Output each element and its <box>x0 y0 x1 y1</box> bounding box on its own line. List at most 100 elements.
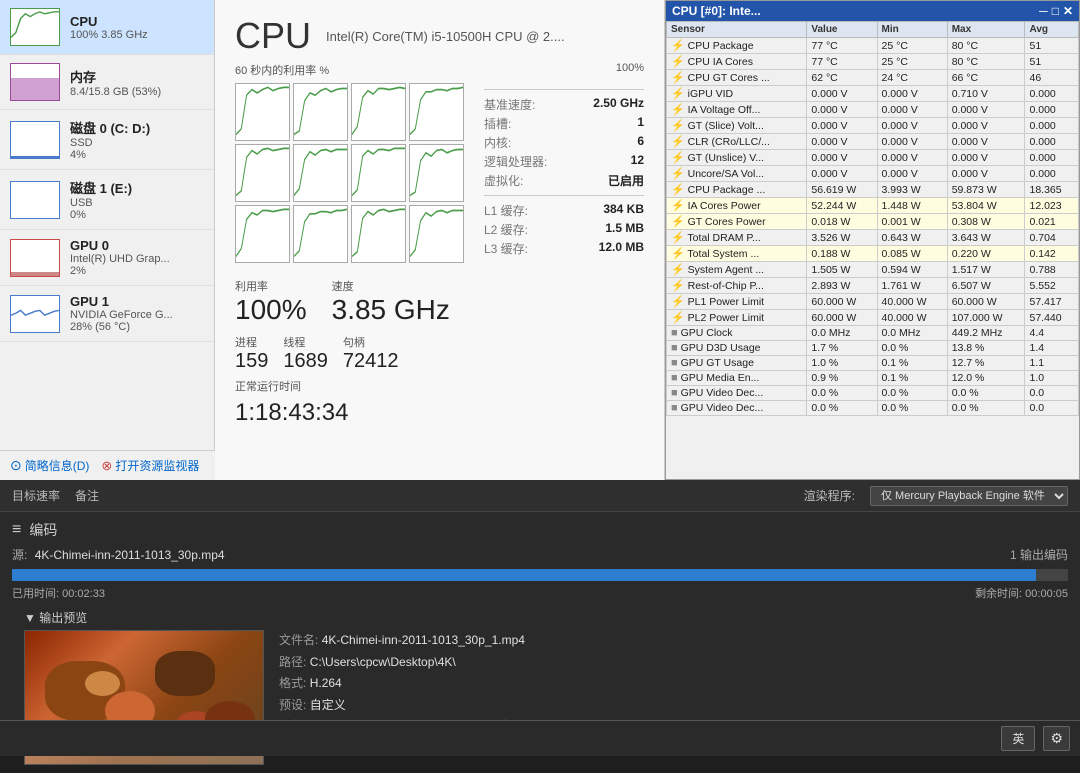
hwinfo-cell-v4: 0.000 <box>1025 102 1079 118</box>
disk1-pct: 0% <box>70 209 204 221</box>
hwinfo-cell-v3: 0.220 W <box>947 246 1025 262</box>
hwinfo-cell-v3: 449.2 MHz <box>947 326 1025 341</box>
mem-sub: 8.4/15.8 GB (53%) <box>70 86 204 98</box>
hwinfo-cell-name: ⚡ PL1 Power Limit <box>667 294 807 310</box>
cpu-stats-secondary: 进程 159 线程 1689 句柄 72412 <box>235 334 464 373</box>
hwinfo-cell-v2: 1.448 W <box>877 198 947 214</box>
hwinfo-tbody: ⚡ CPU Package 77 °C 25 °C 80 °C 51 ⚡ CPU… <box>667 38 1079 416</box>
hwinfo-cell-v4: 1.0 <box>1025 371 1079 386</box>
process-value: 159 <box>235 350 268 373</box>
hwinfo-cell-v1: 0.0 % <box>807 386 877 401</box>
disk0-item[interactable]: 磁盘 0 (C: D:) SSD 4% <box>0 110 214 170</box>
grey-icon: ■ <box>671 372 678 384</box>
hwinfo-cell-v4: 5.552 <box>1025 278 1079 294</box>
hwinfo-cell-v2: 0.1 % <box>877 356 947 371</box>
hwinfo-cell-v3: 0.308 W <box>947 214 1025 230</box>
render-label: 渲染程序: <box>804 487 855 504</box>
thread-label: 线程 <box>283 334 328 350</box>
hwinfo-row: ⚡ PL1 Power Limit 60.000 W 40.000 W 60.0… <box>667 294 1079 310</box>
cpu-info-right: 基准速度: 2.50 GHz 插槽: 1 内核: 6 逻辑处理器: 12 虚拟化… <box>484 96 644 257</box>
usage-label-text: 60 秒内的利用率 % <box>235 62 329 78</box>
hwinfo-cell-v1: 62 °C <box>807 70 877 86</box>
close-icon[interactable]: ✕ <box>1063 4 1073 18</box>
hwinfo-row: ⚡ Uncore/SA Vol... 0.000 V 0.000 V 0.000… <box>667 166 1079 182</box>
time-remaining: 剩余时间: 00:00:05 <box>975 585 1068 601</box>
hwinfo-cell-v2: 0.0 % <box>877 341 947 356</box>
thunder-icon: ⚡ <box>671 120 685 132</box>
gpu0-item[interactable]: GPU 0 Intel(R) UHD Grap... 2% <box>0 230 214 286</box>
preset-label: 预设: <box>279 698 306 712</box>
hwinfo-cell-v2: 0.000 V <box>877 118 947 134</box>
cpu-label: CPU <box>70 14 204 29</box>
hwinfo-cell-v2: 0.643 W <box>877 230 947 246</box>
hwinfo-cell-name: ⚡ iGPU VID <box>667 86 807 102</box>
render-select[interactable]: 仅 Mercury Playback Engine 软件 <box>870 486 1068 506</box>
source-file: 4K-Chimei-inn-2011-1013_30p.mp4 <box>35 548 225 562</box>
gpu1-info: GPU 1 NVIDIA GeForce G... 28% (56 °C) <box>70 294 204 333</box>
hwinfo-cell-name: ⚡ CPU IA Cores <box>667 54 807 70</box>
cpu-detail-body: 利用率 100% 速度 3.85 GHz 进程 159 线程 1689 <box>235 83 644 427</box>
encode-title: 编码 <box>29 520 57 540</box>
l3-value: 12.0 MB <box>599 240 644 257</box>
hwinfo-row: ⚡ CPU Package ... 56.619 W 3.993 W 59.87… <box>667 182 1079 198</box>
hwinfo-cell-v3: 13.8 % <box>947 341 1025 356</box>
cpu-core-2 <box>351 83 406 141</box>
maximize-icon[interactable]: □ <box>1052 4 1059 18</box>
hwinfo-cell-v2: 0.0 MHz <box>877 326 947 341</box>
hwinfo-cell-v2: 0.000 V <box>877 166 947 182</box>
open-monitor-button[interactable]: ⊗ 打开资源监视器 <box>101 457 199 474</box>
hwinfo-cell-v1: 56.619 W <box>807 182 877 198</box>
minimize-icon[interactable]: ─ <box>1039 4 1048 18</box>
brief-info-button[interactable]: ⊙ 简略信息(D) <box>10 457 89 474</box>
hwinfo-cell-v4: 51 <box>1025 54 1079 70</box>
hwinfo-cell-v4: 0.021 <box>1025 214 1079 230</box>
output-preview-toggle[interactable]: ▼ 输出预览 <box>12 609 1068 626</box>
hwinfo-cell-v2: 3.993 W <box>877 182 947 198</box>
hwinfo-cell-v2: 40.000 W <box>877 310 947 326</box>
hwinfo-cell-v3: 12.7 % <box>947 356 1025 371</box>
hwinfo-cell-v3: 0.000 V <box>947 102 1025 118</box>
settings-button[interactable]: ⚙ <box>1043 726 1070 751</box>
lang-button[interactable]: 英 <box>1001 726 1035 751</box>
gpu1-item[interactable]: GPU 1 NVIDIA GeForce G... 28% (56 °C) <box>0 286 214 342</box>
hwinfo-cell-v1: 2.893 W <box>807 278 877 294</box>
gpu0-pct: 2% <box>70 265 204 277</box>
output-count: 1 输出编码 <box>1010 546 1068 563</box>
thunder-icon: ⚡ <box>671 136 685 148</box>
gpu1-label: GPU 1 <box>70 294 204 309</box>
hwinfo-cell-name: ⚡ CPU GT Cores ... <box>667 70 807 86</box>
memory-item[interactable]: 内存 8.4/15.8 GB (53%) <box>0 55 214 110</box>
logical-value: 12 <box>631 153 644 170</box>
hwinfo-cell-v3: 12.0 % <box>947 371 1025 386</box>
format-row: 格式: H.264 <box>279 673 592 695</box>
gpu0-info: GPU 0 Intel(R) UHD Grap... 2% <box>70 238 204 277</box>
disk1-item[interactable]: 磁盘 1 (E:) USB 0% <box>0 170 214 230</box>
utilization-value: 100% <box>235 294 307 326</box>
thunder-icon: ⚡ <box>671 104 685 116</box>
hwinfo-cell-name: ⚡ GT (Unslice) V... <box>667 150 807 166</box>
render-program-bar: 目标速率 备注 渲染程序: 仅 Mercury Playback Engine … <box>0 480 1080 512</box>
hwinfo-cell-v3: 60.000 W <box>947 294 1025 310</box>
hwinfo-cell-v1: 0.0 % <box>807 401 877 416</box>
hwinfo-window-controls: ─ □ ✕ <box>1039 4 1073 18</box>
hwinfo-row: ■ GPU Video Dec... 0.0 % 0.0 % 0.0 % 0.0 <box>667 401 1079 416</box>
target-speed-label: 目标速率 <box>12 487 60 504</box>
gpu0-sub: Intel(R) UHD Grap... <box>70 253 204 265</box>
hwinfo-row: ⚡ CPU Package 77 °C 25 °C 80 °C 51 <box>667 38 1079 54</box>
hwinfo-cell-v1: 1.7 % <box>807 341 877 356</box>
hwinfo-cell-v4: 0.142 <box>1025 246 1079 262</box>
hwinfo-cell-name: ⚡ System Agent ... <box>667 262 807 278</box>
hwinfo-panel: CPU [#0]: Inte... ─ □ ✕ Sensor Value Min… <box>665 0 1080 480</box>
prohibit-icon: ⊗ <box>101 458 112 474</box>
hwinfo-row: ■ GPU D3D Usage 1.7 % 0.0 % 13.8 % 1.4 <box>667 341 1079 356</box>
col-value: Value <box>807 22 877 38</box>
mem-label: 内存 <box>70 67 204 86</box>
thunder-icon: ⚡ <box>671 184 685 196</box>
open-monitor-label: 打开资源监视器 <box>115 457 199 474</box>
socket-value: 1 <box>637 115 644 132</box>
cpu-item[interactable]: CPU 100% 3.85 GHz <box>0 0 214 55</box>
progress-bar-wrapper <box>12 569 1068 581</box>
grey-icon: ■ <box>671 357 678 369</box>
file-name-label: 文件名: <box>279 633 318 647</box>
cpu-usage-label: 60 秒内的利用率 % 100% <box>235 62 644 78</box>
